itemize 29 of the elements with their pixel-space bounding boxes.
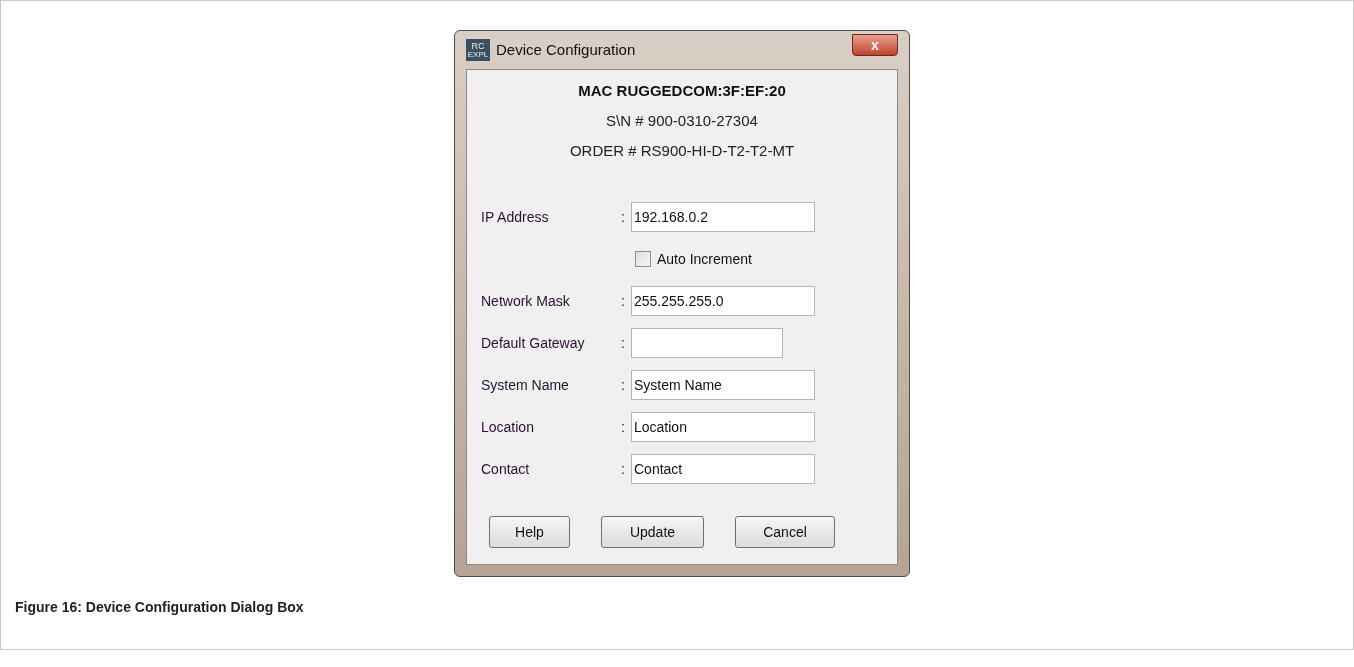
device-info-text: S\N # 900-0310-27304: [606, 111, 758, 131]
field-label: Default Gateway: [481, 333, 586, 353]
field-label: Contact: [481, 459, 531, 479]
figure-caption: Figure 16: Device Configuration Dialog Box: [15, 599, 304, 615]
colon: :: [621, 207, 626, 227]
app-logo-icon: RC EXPL: [466, 39, 490, 61]
window-title: Device Configuration: [496, 39, 637, 60]
field-label: Network Mask: [481, 291, 571, 311]
checkbox[interactable]: [635, 251, 651, 267]
colon: :: [621, 417, 626, 437]
text-field[interactable]: 255.255.255.0: [631, 286, 815, 316]
dialog-button[interactable]: Help: [489, 516, 570, 548]
colon: :: [621, 333, 626, 353]
colon: :: [621, 375, 626, 395]
colon: :: [621, 459, 626, 479]
text-field[interactable]: System Name: [631, 370, 815, 400]
field-label: Location: [481, 417, 535, 437]
device-info-text: ORDER # RS900-HI-D-T2-T2-MT: [569, 141, 795, 161]
checkbox-label: Auto Increment: [657, 249, 752, 269]
text-field[interactable]: Contact: [631, 454, 815, 484]
colon: :: [621, 291, 626, 311]
text-field[interactable]: [631, 328, 783, 358]
text-field[interactable]: 192.168.0.2: [631, 202, 815, 232]
device-info-text: MAC RUGGEDCOM:3F:EF:20: [578, 81, 786, 101]
field-label: IP Address: [481, 207, 550, 227]
dialog-button[interactable]: Cancel: [735, 516, 835, 548]
dialog-button[interactable]: Update: [601, 516, 704, 548]
field-label: System Name: [481, 375, 570, 395]
text-field[interactable]: Location: [631, 412, 815, 442]
